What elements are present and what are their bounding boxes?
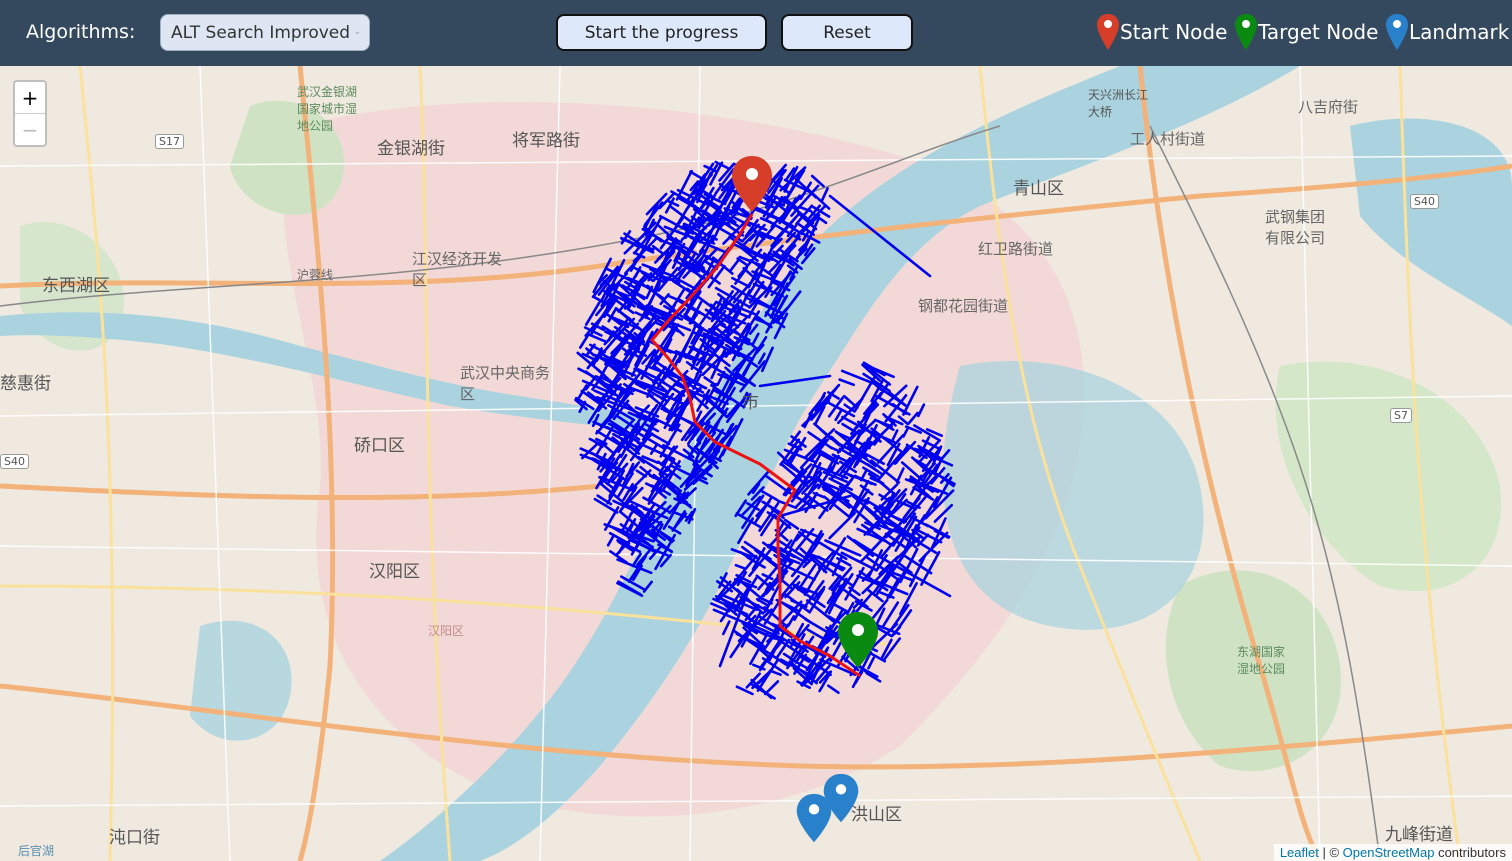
algorithm-select-value: ALT Search Improved: [171, 22, 351, 43]
map-label-wugang: 武钢集团有限公司: [1265, 208, 1326, 247]
road-shield-s7: S7: [1390, 408, 1412, 423]
target-node-marker[interactable]: [836, 610, 880, 670]
road-shield-s40-west: S40: [0, 454, 29, 469]
start-marker-icon: [1097, 14, 1119, 50]
landmark-marker-2[interactable]: [795, 792, 833, 844]
map-label-tianxingzhou: 天兴洲长江大桥: [1088, 88, 1149, 119]
map-label-city: 市: [742, 393, 759, 413]
landmark-marker-icon: [1386, 14, 1408, 50]
map-view[interactable]: 武汉金银湖国家城市湿地公园 金银湖街 将军路街 东西湖区 江汉经济开发区 武汉中…: [0, 66, 1512, 861]
osm-link[interactable]: OpenStreetMap: [1343, 845, 1435, 860]
algorithm-select[interactable]: ALT Search Improved: [160, 14, 370, 51]
zoom-control: + −: [13, 80, 47, 147]
map-label-hanyang-2: 汉阳区: [428, 624, 465, 638]
top-toolbar: Algorithms: ALT Search Improved Start th…: [0, 0, 1512, 66]
road-shield-s17: S17: [155, 134, 184, 149]
leaflet-link[interactable]: Leaflet: [1280, 845, 1319, 860]
chevron-down-icon: [356, 31, 359, 34]
legend-start: Start Node: [1096, 12, 1227, 52]
attribution-suffix: contributors: [1434, 845, 1506, 860]
map-label-qingshan: 青山区: [1013, 179, 1064, 199]
map-label-wetland: 武汉金银湖国家城市湿地公园: [297, 85, 358, 133]
map-label-cihui: 慈惠街: [0, 374, 51, 394]
start-progress-button[interactable]: Start the progress: [556, 14, 767, 51]
target-marker-icon: [1235, 14, 1257, 50]
map-label-cbd: 武汉中央商务区: [460, 364, 551, 403]
map-label-jiangjunlu: 将军路街: [512, 131, 580, 151]
legend-landmark: Landmark: [1385, 12, 1509, 52]
attribution-separator: | ©: [1318, 845, 1343, 860]
legend-start-label: Start Node: [1120, 20, 1228, 44]
reset-button[interactable]: Reset: [781, 14, 913, 51]
legend-landmark-label: Landmark: [1409, 20, 1510, 44]
zoom-out-button[interactable]: −: [15, 113, 45, 145]
map-label-dongxihu: 东西湖区: [42, 276, 110, 296]
map-label-hanyang: 汉阳区: [369, 562, 420, 582]
legend-target: Target Node: [1234, 12, 1378, 52]
zoom-in-button[interactable]: +: [15, 82, 45, 113]
map-label-bajifu: 八吉府街: [1298, 98, 1359, 116]
map-label-zhuankou: 沌口街: [109, 828, 160, 848]
road-shield-s40-east: S40: [1410, 194, 1439, 209]
map-label-railway: 沪蓉线: [297, 268, 334, 282]
map-label-donghu-wetland: 东湖国家湿地公园: [1237, 645, 1286, 676]
map-attribution: Leaflet | © OpenStreetMap contributors: [1273, 844, 1512, 861]
legend-target-label: Target Node: [1258, 20, 1379, 44]
algorithms-label: Algorithms:: [26, 21, 136, 43]
shortest-path-line: [650, 213, 861, 678]
map-label-qiaokou: 硚口区: [354, 436, 405, 456]
map-label-gongrencun: 工人村街道: [1130, 130, 1206, 148]
start-node-marker[interactable]: [730, 154, 774, 214]
map-label-jinyinhu: 金银湖街: [377, 139, 445, 159]
map-label-jiufeng: 九峰街道: [1385, 825, 1453, 845]
map-label-jianghan-dev: 江汉经济开发区: [412, 250, 503, 289]
map-label-gangdu: 钢都花园街道: [918, 297, 1009, 315]
map-label-hongweilu: 红卫路街道: [978, 240, 1054, 258]
map-label-houguanhu: 后官湖: [18, 844, 55, 858]
